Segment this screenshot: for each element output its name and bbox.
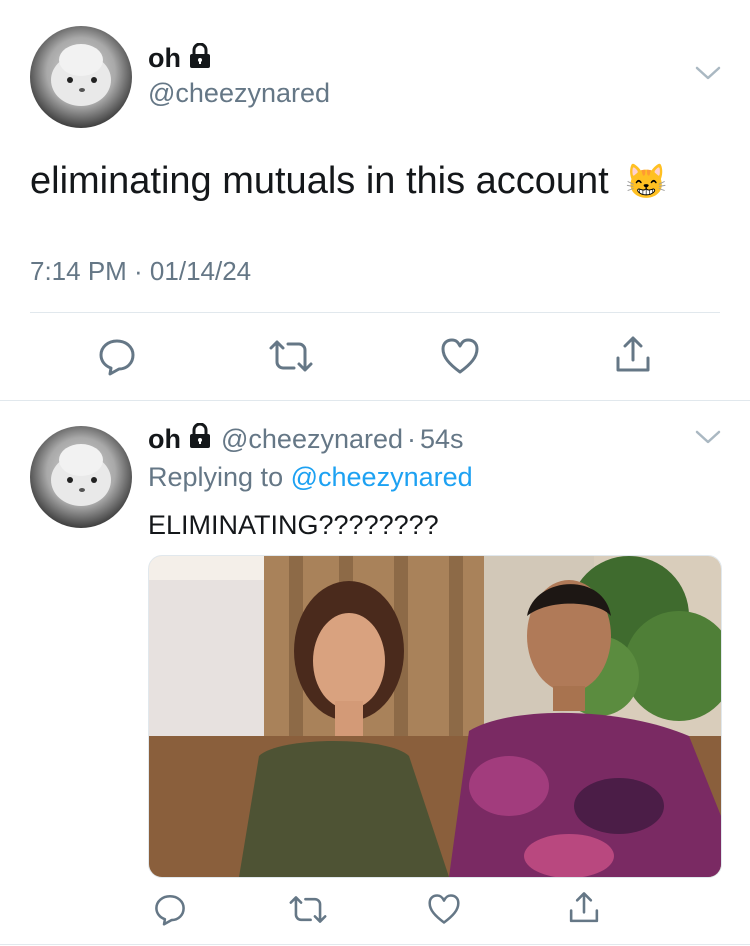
divider: [30, 312, 720, 313]
reply-icon[interactable]: [153, 892, 187, 926]
retweet-icon[interactable]: [268, 338, 314, 374]
bottom-divider: [0, 944, 750, 945]
author-line: oh: [148, 42, 211, 74]
username[interactable]: @cheezynared: [148, 78, 330, 109]
lock-icon: [189, 422, 211, 456]
retweet-icon[interactable]: [288, 894, 328, 925]
reply-username[interactable]: @cheezynared: [221, 424, 403, 455]
replying-prefix: Replying to: [148, 462, 284, 492]
reply-author-line: oh @cheezynared · 54s: [148, 422, 464, 456]
display-name[interactable]: oh: [148, 43, 181, 74]
replying-to-link[interactable]: @cheezynared: [291, 462, 473, 492]
reply-separator: ·: [407, 423, 417, 454]
reply-display-name[interactable]: oh: [148, 424, 181, 455]
avatar[interactable]: [30, 26, 132, 128]
tweet-text: eliminating mutuals in this account 😸: [30, 160, 668, 203]
tweet-text-body: eliminating mutuals in this account: [30, 160, 609, 202]
chevron-down-icon[interactable]: [694, 428, 722, 451]
reply-icon[interactable]: [97, 336, 137, 376]
chevron-down-icon[interactable]: [694, 64, 722, 87]
share-icon[interactable]: [612, 334, 654, 376]
media-image[interactable]: [148, 555, 722, 878]
lock-icon: [189, 42, 211, 74]
reply-avatar[interactable]: [30, 426, 132, 528]
timestamp[interactable]: 7:14 PM · 01/14/24: [30, 256, 251, 287]
heart-icon[interactable]: [427, 893, 461, 925]
reply-age[interactable]: 54s: [420, 424, 464, 455]
heart-icon[interactable]: [440, 337, 480, 375]
grinning-cat-emoji: 😸: [625, 163, 668, 201]
reply-text: ELIMINATING????????: [148, 510, 439, 540]
replying-to-line: Replying to @cheezynared: [148, 462, 473, 493]
share-icon[interactable]: [566, 890, 602, 926]
section-divider: [0, 400, 750, 401]
